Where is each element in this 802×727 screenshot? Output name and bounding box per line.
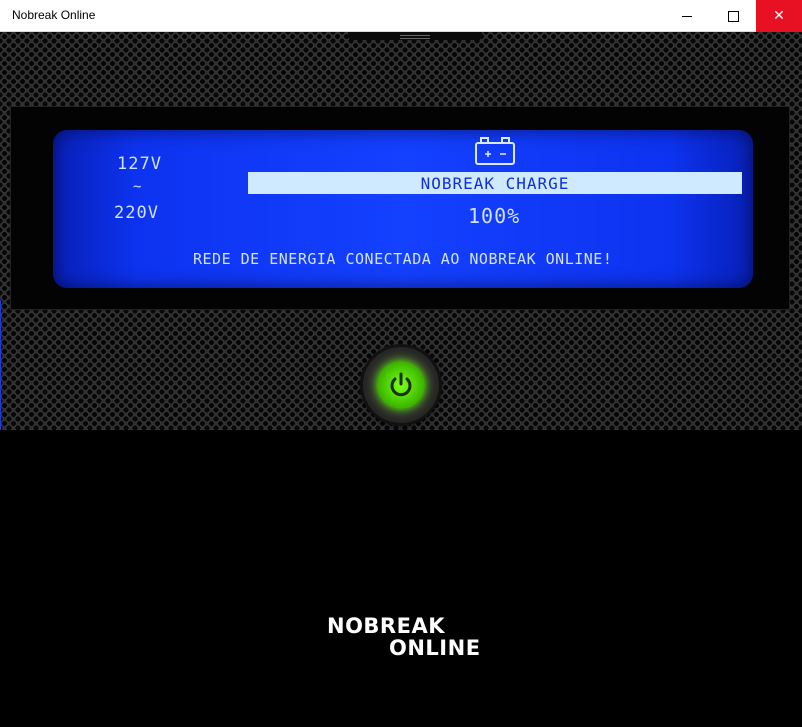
logo-line1: NOBREAK <box>327 614 445 638</box>
grip-icon <box>400 35 430 39</box>
charge-percent: 100% <box>468 204 521 228</box>
logo-line2: ONLINE <box>389 636 481 660</box>
drag-handle[interactable] <box>348 32 482 40</box>
voltage-separator: ~ <box>133 179 143 195</box>
close-icon: ✕ <box>773 8 785 24</box>
window-title: Nobreak Online <box>12 8 96 22</box>
status-message: REDE DE ENERGIA CONECTADA AO NOBREAK ONL… <box>193 250 613 268</box>
power-icon <box>390 372 412 397</box>
title-bar: Nobreak Online ✕ <box>0 0 802 32</box>
maximize-icon <box>727 10 739 22</box>
maximize-button[interactable] <box>710 0 756 32</box>
voltage-high-label: 220V <box>114 203 159 223</box>
minimize-icon <box>682 15 692 17</box>
power-indicator <box>377 361 425 409</box>
voltage-low-label: 127V <box>117 154 162 174</box>
power-button[interactable] <box>363 347 439 423</box>
charge-label: NOBREAK CHARGE <box>420 173 570 193</box>
battery-icon <box>475 137 515 165</box>
charge-bar: NOBREAK CHARGE <box>248 172 742 194</box>
minimize-button[interactable] <box>664 0 710 32</box>
close-button[interactable]: ✕ <box>756 0 802 32</box>
window-edge <box>0 300 1 430</box>
